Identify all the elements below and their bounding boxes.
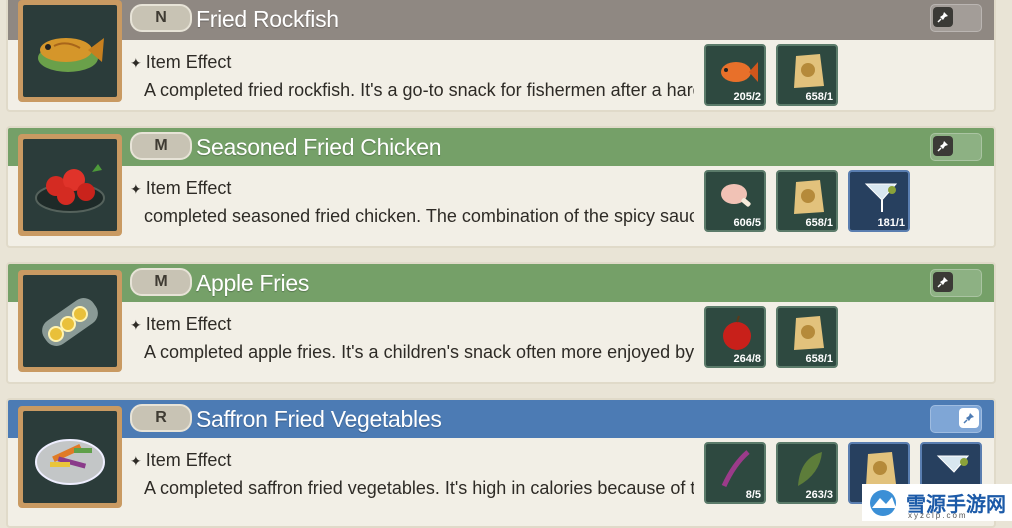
- item-effect-label: ✦ Item Effect: [130, 178, 232, 198]
- chicken-leg-icon: [721, 184, 751, 207]
- item-description: completed seasoned fried chicken. The co…: [144, 206, 694, 226]
- item-thumbnail: [18, 134, 122, 236]
- item-description: A completed fried rockfish. It's a go-to…: [144, 80, 694, 100]
- pin-toggle[interactable]: [930, 4, 982, 32]
- recipe-card-fried-rockfish[interactable]: N Fried Rockfish ✦ Item Effect A complete…: [6, 0, 996, 112]
- material-slot[interactable]: 658/1: [776, 306, 838, 368]
- item-effect-label: ✦ Item Effect: [130, 450, 232, 470]
- grade-badge: M: [130, 268, 192, 296]
- material-count: 658/1: [805, 353, 833, 365]
- item-description: A completed saffron fried vegetables. It…: [144, 478, 694, 498]
- recipe-card-saffron-fried-vegetables[interactable]: R Saffron Fried Vegetables ✦ Item Effect …: [6, 398, 996, 528]
- material-slot[interactable]: 205/2: [704, 44, 766, 106]
- effect-label-text: Item Effect: [145, 450, 232, 470]
- material-count: 181/1: [877, 217, 905, 229]
- effect-label-text: Item Effect: [145, 52, 232, 72]
- grade-badge: R: [130, 404, 192, 432]
- material-count: 658/1: [805, 217, 833, 229]
- material-slot[interactable]: 264/8: [704, 306, 766, 368]
- fried-fish-icon: [38, 38, 104, 72]
- item-title: Seasoned Fried Chicken: [196, 134, 442, 160]
- item-title: Saffron Fried Vegetables: [196, 406, 442, 432]
- pin-toggle[interactable]: [930, 405, 982, 433]
- pin-icon: [937, 141, 948, 152]
- flour-sack-icon: [794, 316, 824, 350]
- recipe-card-apple-fries[interactable]: M Apple Fries ✦ Item Effect A completed a…: [6, 262, 996, 384]
- material-count: 205/2: [733, 91, 761, 103]
- material-slot[interactable]: 658/1: [776, 44, 838, 106]
- pin-icon: [937, 12, 948, 23]
- item-title: Fried Rockfish: [196, 6, 339, 32]
- item-effect-label: ✦ Item Effect: [130, 52, 232, 72]
- materials: 606/5 658/1 181/1: [704, 170, 910, 232]
- material-slot[interactable]: 606/5: [704, 170, 766, 232]
- effect-label-text: Item Effect: [145, 314, 232, 334]
- item-thumbnail: [18, 270, 122, 372]
- material-count: 658/1: [805, 91, 833, 103]
- grade-badge: N: [130, 4, 192, 32]
- flour-sack-icon: [794, 180, 824, 214]
- item-thumbnail: [18, 0, 122, 102]
- item-effect-label: ✦ Item Effect: [130, 314, 232, 334]
- material-count: 606/5: [733, 217, 761, 229]
- pin-toggle[interactable]: [930, 133, 982, 161]
- apple-fries-icon: [42, 298, 98, 346]
- item-thumbnail: [18, 406, 122, 508]
- material-slot[interactable]: 658/1: [776, 170, 838, 232]
- effect-label-text: Item Effect: [145, 178, 232, 198]
- pin-icon: [937, 277, 948, 288]
- rockfish-icon: [721, 62, 758, 82]
- material-count: 263/3: [805, 489, 833, 501]
- apple-icon: [723, 315, 751, 350]
- fried-vegetables-icon: [35, 439, 105, 485]
- grade-badge: M: [130, 132, 192, 160]
- materials: 205/2 658/1: [704, 44, 838, 106]
- fried-chicken-icon: [35, 164, 105, 213]
- saffron-icon: [721, 450, 750, 488]
- olive-oil-icon: [864, 183, 898, 212]
- herb-leaf-icon: [798, 452, 822, 486]
- material-slot[interactable]: 8/5: [704, 442, 766, 504]
- material-count: 264/8: [733, 353, 761, 365]
- material-slot[interactable]: 263/3: [776, 442, 838, 504]
- item-description: A completed apple fries. It's a children…: [144, 342, 694, 362]
- watermark: 雪源手游网 xyzclp.com: [862, 484, 1012, 521]
- material-slot[interactable]: 181/1: [848, 170, 910, 232]
- item-title: Apple Fries: [196, 270, 310, 296]
- material-count: 8/5: [745, 489, 761, 501]
- pin-icon: [963, 413, 974, 424]
- watermark-subtext: xyzclp.com: [908, 511, 968, 520]
- recipe-list: N Fried Rockfish ✦ Item Effect A complete…: [0, 0, 1012, 528]
- watermark-logo-icon: [870, 489, 896, 516]
- pin-toggle[interactable]: [930, 269, 982, 297]
- recipe-card-seasoned-fried-chicken[interactable]: M Seasoned Fried Chicken ✦ Item Effect co…: [6, 126, 996, 248]
- flour-sack-icon: [794, 54, 824, 88]
- materials: 264/8 658/1: [704, 306, 838, 368]
